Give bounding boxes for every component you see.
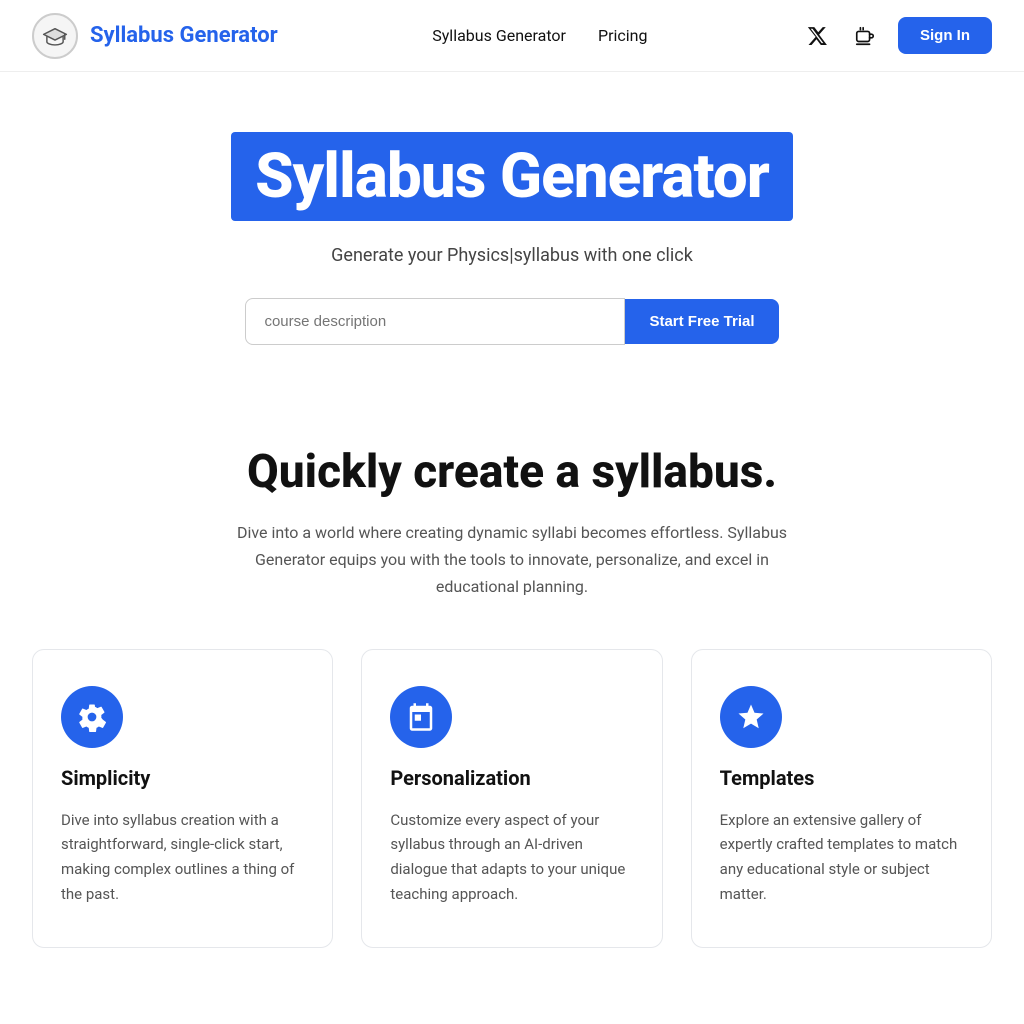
nav-link-pricing[interactable]: Pricing [598,26,648,45]
feature-cards-row: Simplicity Dive into syllabus creation w… [32,649,992,948]
twitter-icon-button[interactable] [802,21,832,51]
card-simplicity-body: Dive into syllabus creation with a strai… [61,808,304,907]
navbar-actions: Sign In [802,17,992,54]
card-templates-title: Templates [720,766,963,790]
card-templates: Templates Explore an extensive gallery o… [691,649,992,948]
hero-section: Syllabus Generator Generate your Physics… [0,72,1024,385]
nav-link-syllabus[interactable]: Syllabus Generator [432,26,566,45]
hero-subtitle: Generate your Physics|syllabus with one … [331,245,693,266]
navbar-brand-area: Syllabus Generator [32,13,278,59]
hero-input-row: Start Free Trial [245,298,778,345]
card-personalization-title: Personalization [390,766,633,790]
features-section: Quickly create a syllabus. Dive into a w… [0,385,1024,988]
features-description: Dive into a world where creating dynamic… [232,519,792,601]
logo-icon [32,13,78,59]
start-free-trial-button[interactable]: Start Free Trial [625,299,778,344]
card-simplicity: Simplicity Dive into syllabus creation w… [32,649,333,948]
coffee-icon-button[interactable] [850,21,880,51]
personalization-icon [390,686,452,748]
simplicity-icon [61,686,123,748]
card-simplicity-title: Simplicity [61,766,304,790]
sign-in-button[interactable]: Sign In [898,17,992,54]
features-heading: Quickly create a syllabus. [247,445,777,499]
hero-title: Syllabus Generator [255,140,769,213]
card-personalization-body: Customize every aspect of your syllabus … [390,808,633,907]
course-description-input[interactable] [245,298,625,345]
navbar: Syllabus Generator Syllabus Generator Pr… [0,0,1024,72]
navbar-links: Syllabus Generator Pricing [432,26,647,45]
templates-icon [720,686,782,748]
brand-name: Syllabus Generator [90,23,278,48]
hero-title-wrapper: Syllabus Generator [231,132,793,221]
card-templates-body: Explore an extensive gallery of expertly… [720,808,963,907]
card-personalization: Personalization Customize every aspect o… [361,649,662,948]
